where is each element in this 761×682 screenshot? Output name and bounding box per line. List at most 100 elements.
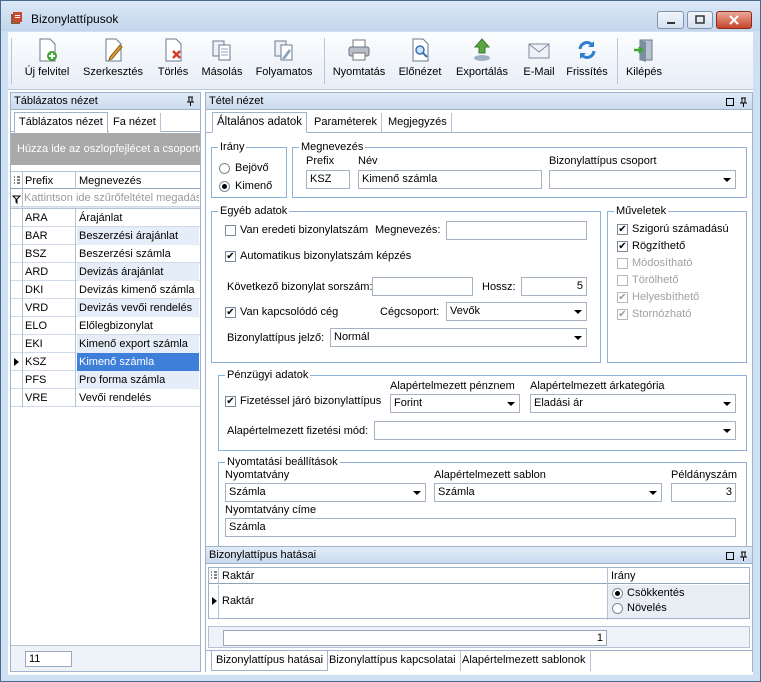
next-number-label: Következő bizonylat sorszám: [227,281,373,293]
name-field[interactable]: Kimenő számla [358,170,542,189]
tab-relations[interactable]: Bizonylattípus kapcsolatai [325,651,461,671]
tab-effects[interactable]: Bizonylattípus hatásai [211,651,329,671]
continuous-button[interactable]: Folyamatos [252,37,316,87]
copies-field[interactable]: 3 [671,483,736,502]
template-label: Alapértelmezett sablon [434,469,546,481]
new-label: Új felvitel [24,66,70,78]
maximize-panel-icon[interactable] [726,98,735,107]
maximize-button[interactable] [687,11,713,29]
tab-general[interactable]: Általános adatok [212,112,308,133]
delete-button[interactable]: Törlés [152,37,194,87]
deletable-label: Törölhető [632,274,679,286]
exit-button[interactable]: Kilépés [622,37,666,87]
tab-tree-view[interactable]: Fa nézet [109,113,161,132]
tab-notes[interactable]: Megjegyzés [384,113,452,132]
column-header-warehouse[interactable]: Raktár [222,570,254,582]
copies-label: Példányszám [671,469,738,481]
refresh-button[interactable]: Frissítés [564,37,610,87]
template-value: Számla [438,486,475,498]
preview-button[interactable]: Előnézet [396,37,444,87]
group-by-area[interactable]: Húzza ide az oszlopfejlécet a csoportosí… [11,133,200,165]
effects-row[interactable]: Raktár Csökkentés Növelés [209,585,749,618]
table-row[interactable]: EKI Kimenő export számla [11,335,200,353]
row-selector [11,317,23,335]
table-row[interactable]: VRE Vevői rendelés [11,389,200,407]
form-title-field[interactable]: Számla [225,518,736,537]
pin-icon[interactable] [739,551,748,561]
name-cell: Vevői rendelés [79,392,152,404]
direction-out-radio[interactable] [219,181,230,192]
table-row[interactable]: ELO Előlegbizonylat [11,317,200,335]
price-category-select[interactable]: Eladási ár [530,394,736,413]
edit-button[interactable]: Szerkesztés [82,37,144,87]
doc-type-group-select[interactable] [549,170,736,189]
title-bar[interactable]: Bizonylattípusok [1,1,760,31]
next-number-field[interactable] [372,277,473,296]
filter-hint: Kattintson ide szűrőfeltétel megadásához [24,192,199,204]
new-button[interactable]: Új felvitel [20,37,74,87]
prefix-field[interactable]: KSZ [306,170,350,189]
orig-name-field[interactable] [446,221,587,240]
tab-grid-view[interactable]: Táblázatos nézet [14,112,108,133]
table-row[interactable]: ARA Árajánlat [11,209,200,227]
pin-icon[interactable] [186,96,195,106]
print-button[interactable]: Nyomtatás [330,37,388,87]
copy-button[interactable]: Másolás [200,37,244,87]
pin-icon[interactable] [739,97,748,107]
tab-parameters[interactable]: Paraméterek [310,113,382,132]
prefix-cell: PFS [23,371,76,389]
maximize-panel-icon[interactable] [726,552,735,561]
table-row[interactable]: VRD Devizás vevői rendelés [11,299,200,317]
toolbar-separator [617,38,618,84]
table-row[interactable]: PFS Pro forma számla [11,371,200,389]
doc-type-group-label: Bizonylattípus csoport [549,155,657,167]
column-chooser-icon[interactable] [209,568,219,584]
strict-checkbox[interactable]: ✔ [617,224,628,235]
table-row[interactable]: BSZ Beszerzési számla [11,245,200,263]
prefix-cell: ARD [23,263,76,281]
company-group-select[interactable]: Vevők [446,302,587,321]
increase-radio[interactable] [612,603,623,614]
form-select[interactable]: Számla [225,483,426,502]
table-row[interactable]: KSZ Kimenő számla [11,353,200,371]
direction-in-radio[interactable] [219,163,230,174]
length-field[interactable]: 5 [521,277,587,296]
row-selector [11,245,23,263]
payment-checkbox[interactable]: ✔ [225,396,236,407]
item-view-panel: Tétel nézet Általános adatok Paraméterek… [205,92,753,548]
filter-row[interactable]: Kattintson ide szűrőfeltétel megadásához [11,189,200,207]
chevron-down-icon [574,310,582,314]
linked-company-checkbox[interactable]: ✔ [225,307,236,318]
continuous-label: Folyamatos [255,66,313,78]
marker-value: Normál [334,331,370,343]
email-button[interactable]: E-Mail [520,37,558,87]
column-chooser-icon[interactable] [11,172,23,190]
tab-default-templates[interactable]: Alapértelmezett sablonok [458,651,591,671]
row-selector [11,371,23,389]
recordable-checkbox[interactable]: ✔ [617,241,628,252]
column-header-name[interactable]: Megnevezés [77,172,199,190]
effects-count: 1 [223,630,607,646]
view-tabs: Táblázatos nézet Fa nézet [11,110,200,133]
template-select[interactable]: Számla [434,483,662,502]
marker-select[interactable]: Normál [330,328,587,347]
minimize-button[interactable] [657,11,684,29]
app-icon [11,12,22,24]
column-header-direction[interactable]: Irány [611,570,635,582]
column-header-prefix[interactable]: Prefix [23,172,76,190]
table-row[interactable]: BAR Beszerzési árajánlat [11,227,200,245]
row-selector [11,299,23,317]
auto-number-label: Automatikus bizonylatszám képzés [240,250,412,262]
orig-number-checkbox[interactable] [225,225,236,236]
export-button[interactable]: Exportálás [452,37,512,87]
effects-header-row: Raktár Irány [209,568,749,620]
auto-number-checkbox[interactable]: ✔ [225,251,236,262]
payment-mode-select[interactable] [374,421,736,440]
prefix-cell: BSZ [23,245,76,263]
table-row[interactable]: ARD Devizás árajánlat [11,263,200,281]
row-selector [11,335,23,353]
decrease-radio[interactable] [612,588,623,599]
table-row[interactable]: DKI Devizás kimenő számla [11,281,200,299]
currency-select[interactable]: Forint [390,394,520,413]
close-button[interactable] [716,11,752,29]
